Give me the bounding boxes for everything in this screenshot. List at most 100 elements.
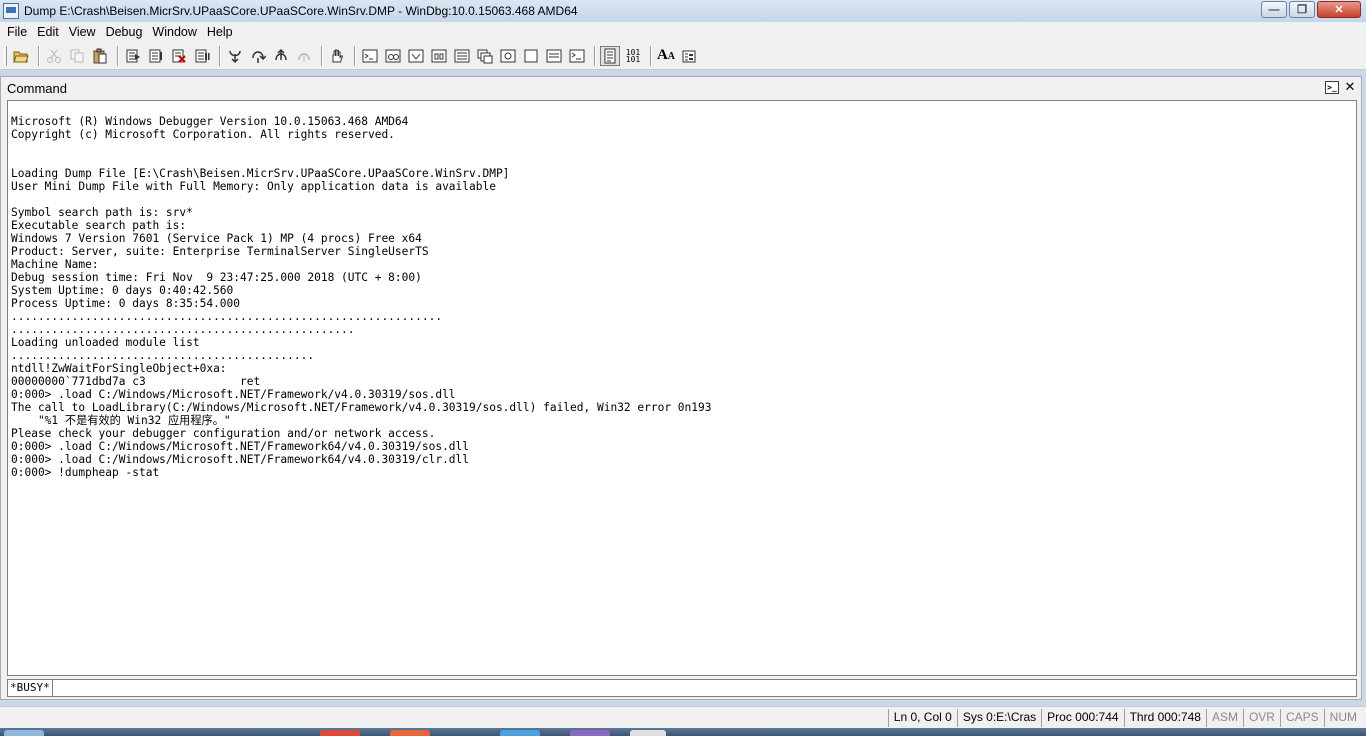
locals-window-button[interactable] [406, 46, 426, 66]
step-out-button[interactable] [271, 46, 291, 66]
command-window-close-icon[interactable]: ✕ [1343, 80, 1357, 94]
title-bar[interactable]: Dump E:\Crash\Beisen.MicrSrv.UPaaSCore.U… [0, 0, 1366, 22]
output-line: 0:000> .load C:/Windows/Microsoft.NET/Fr… [11, 440, 470, 453]
run-to-cursor-button[interactable] [294, 46, 314, 66]
menu-edit[interactable]: Edit [33, 25, 65, 39]
restart-button[interactable] [146, 46, 166, 66]
font-button[interactable]: AA [656, 46, 676, 66]
command-window-dock-icon[interactable]: >_ [1325, 81, 1339, 94]
output-line: "%1 不是有效的 Win32 应用程序。" [11, 414, 231, 427]
options-button[interactable] [679, 46, 699, 66]
command-input[interactable] [52, 679, 1357, 697]
registers-icon [431, 49, 447, 62]
command-window: Command >_ ✕ Microsoft (R) Windows Debug… [0, 76, 1362, 700]
command-window-header[interactable]: Command >_ ✕ [1, 77, 1361, 99]
dock-icon-text: >_ [1327, 82, 1337, 92]
output-line: Machine Name: [11, 258, 99, 271]
output-line: 0:000> !dumpheap -stat [11, 466, 160, 479]
hand-icon [332, 49, 344, 62]
memory-window-button[interactable] [452, 46, 472, 66]
step-out-icon [275, 48, 287, 60]
disassembly-window-button[interactable] [498, 46, 518, 66]
output-line: The call to LoadLibrary(C:/Windows/Micro… [11, 401, 712, 414]
break-icon [195, 49, 210, 62]
source-mode-button[interactable] [600, 45, 620, 66]
call-stack-window-button[interactable] [475, 46, 495, 66]
command-browser-button[interactable] [567, 46, 587, 66]
hex-label-bottom: 101 [625, 54, 641, 64]
output-line: Copyright (c) Microsoft Corporation. All… [11, 128, 395, 141]
watch-icon [385, 49, 401, 62]
locals-icon [408, 49, 424, 62]
toolbar-separator [650, 45, 652, 66]
output-line: System Uptime: 0 days 0:40:42.560 [11, 284, 234, 297]
taskbar-app-icon[interactable] [630, 730, 666, 736]
menu-debug[interactable]: Debug [102, 25, 149, 39]
step-into-button[interactable] [225, 46, 245, 66]
stop-debugging-button[interactable] [169, 46, 189, 66]
close-button[interactable]: ✕ [1317, 1, 1361, 18]
restore-button[interactable]: ❐ [1289, 1, 1315, 18]
minimize-icon: — [1268, 3, 1280, 16]
stop-debugging-icon [172, 49, 186, 63]
cut-button[interactable] [44, 46, 64, 66]
output-line: Executable search path is: [11, 219, 187, 232]
status-bar: Ln 0, Col 0 Sys 0:E:\Cras Proc 000:744 T… [0, 706, 1366, 728]
taskbar-app-icon[interactable] [500, 730, 540, 736]
output-line: Debug session time: Fri Nov 9 23:47:25.0… [11, 271, 422, 284]
watch-window-button[interactable] [383, 46, 403, 66]
window-controls: — ❐ ✕ [1261, 1, 1361, 18]
menu-view[interactable]: View [65, 25, 102, 39]
window-title: Dump E:\Crash\Beisen.MicrSrv.UPaaSCore.U… [24, 4, 578, 18]
output-line: 0:000> .load C:/Windows/Microsoft.NET/Fr… [11, 388, 456, 401]
status-num: NUM [1323, 709, 1362, 727]
output-line: Process Uptime: 0 days 8:35:54.000 [11, 297, 241, 310]
taskbar-app-icon[interactable] [320, 730, 360, 736]
minimize-button[interactable]: — [1261, 1, 1287, 18]
menu-bar: File Edit View Debug Window Help [0, 22, 1366, 42]
output-line: Loading unloaded module list [11, 336, 200, 349]
go-button[interactable] [123, 46, 143, 66]
output-line: Loading Dump File [E:\Crash\Beisen.MicrS… [11, 167, 510, 180]
command-window-button[interactable] [360, 46, 380, 66]
command-input-row: *BUSY* [7, 679, 1357, 697]
step-over-button[interactable] [248, 46, 268, 66]
taskbar-app-icon[interactable] [390, 730, 430, 736]
status-proc: Proc 000:744 [1041, 709, 1123, 727]
copy-icon [70, 49, 84, 62]
menu-help[interactable]: Help [203, 25, 239, 39]
taskbar [0, 728, 1366, 736]
paste-button[interactable] [90, 46, 110, 66]
options-icon [682, 50, 696, 62]
close-icon: ✕ [1334, 4, 1344, 16]
paste-icon [93, 48, 107, 63]
call-stack-icon [477, 49, 493, 63]
processes-threads-button[interactable] [544, 46, 564, 66]
windbg-app-icon[interactable] [3, 3, 19, 19]
output-line: ........................................… [11, 323, 355, 336]
toolbar: 101 101 AA [0, 42, 1366, 70]
command-output[interactable]: Microsoft (R) Windows Debugger Version 1… [7, 100, 1357, 676]
toolbar-grip[interactable] [4, 45, 7, 66]
start-button[interactable] [4, 730, 44, 736]
output-line: 00000000`771dbd7a c3 ret [11, 375, 261, 388]
menu-window[interactable]: Window [148, 25, 202, 39]
output-line: Symbol search path is: srv* [11, 206, 193, 219]
status-ln-col: Ln 0, Col 0 [887, 709, 957, 727]
hex-display-button[interactable]: 101 101 [623, 46, 643, 66]
registers-window-button[interactable] [429, 46, 449, 66]
toolbar-separator [38, 45, 40, 66]
menu-file[interactable]: File [3, 25, 33, 39]
toolbar-separator [321, 45, 323, 66]
open-icon [13, 51, 29, 62]
break-button[interactable] [192, 46, 212, 66]
hand-button[interactable] [327, 46, 347, 66]
open-button[interactable] [11, 46, 31, 66]
toolbar-separator [219, 45, 221, 66]
copy-button[interactable] [67, 46, 87, 66]
toolbar-separator [594, 45, 596, 66]
taskbar-app-icon[interactable] [570, 730, 610, 736]
scratch-pad-button[interactable] [521, 46, 541, 66]
